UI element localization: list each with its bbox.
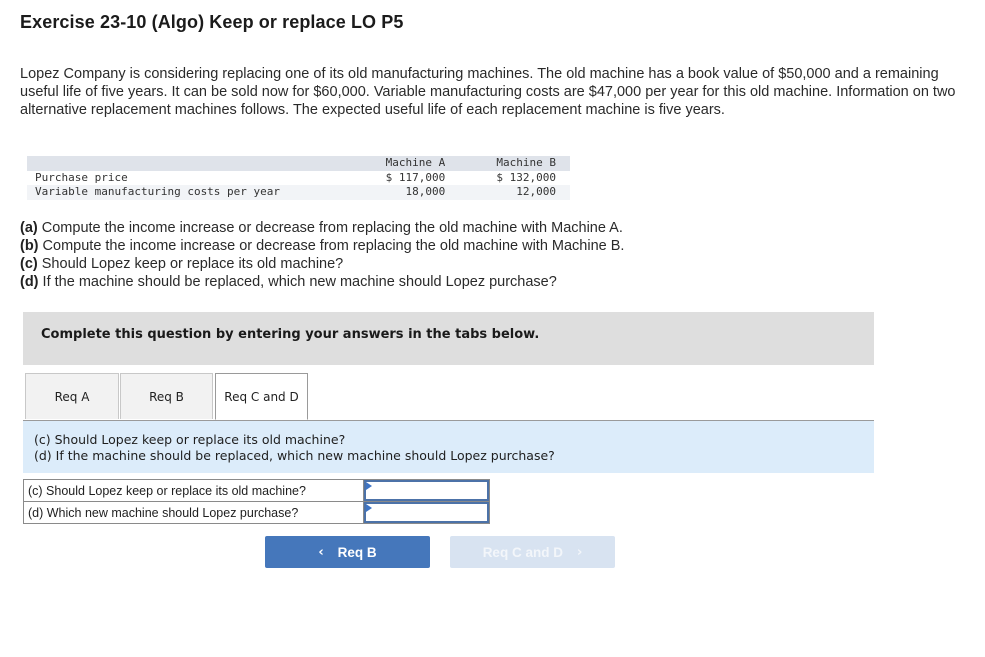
table-row: Purchase price $ 117,000 $ 132,000 bbox=[27, 170, 570, 185]
keep-or-replace-dropdown[interactable] bbox=[364, 480, 489, 501]
tab-req-a[interactable]: Req A bbox=[25, 373, 119, 419]
table-header-machine-b: Machine B bbox=[496, 156, 556, 169]
prev-req-b-button[interactable]: ‹ Req B bbox=[265, 536, 430, 568]
question-item: (b) Compute the income increase or decre… bbox=[20, 237, 624, 255]
machine-choice-dropdown[interactable] bbox=[364, 502, 489, 523]
tab-label: Req A bbox=[54, 389, 90, 404]
table-row: Variable manufacturing costs per year 18… bbox=[27, 185, 570, 200]
question-text: Compute the income increase or decrease … bbox=[37, 220, 623, 236]
tab-req-c-and-d[interactable]: Req C and D bbox=[215, 373, 308, 420]
tab-prompt-panel: (c) Should Lopez keep or replace its old… bbox=[23, 421, 874, 473]
prompt-line-c: (c) Should Lopez keep or replace its old… bbox=[34, 432, 346, 447]
table-header-blank bbox=[27, 156, 349, 171]
next-req-c-and-d-button[interactable]: Req C and D › bbox=[450, 536, 615, 568]
answer-question-d: (d) Which new machine should Lopez purch… bbox=[23, 501, 364, 524]
question-item: (a) Compute the income increase or decre… bbox=[20, 219, 624, 237]
dropdown-indicator-icon bbox=[366, 504, 372, 512]
question-text: If the machine should be replaced, which… bbox=[38, 274, 557, 290]
answer-question-c: (c) Should Lopez keep or replace its old… bbox=[23, 479, 364, 502]
table-header-machine-a: Machine A bbox=[385, 156, 446, 169]
cell-machine-a: 18,000 bbox=[405, 185, 446, 198]
next-button-label: Req C and D bbox=[482, 544, 563, 560]
prev-button-label: Req B bbox=[337, 544, 377, 560]
dropdown-indicator-icon bbox=[366, 482, 372, 490]
cell-machine-a: $ 117,000 bbox=[385, 170, 446, 184]
question-item: (d) If the machine should be replaced, w… bbox=[20, 273, 624, 291]
tab-req-b[interactable]: Req B bbox=[120, 373, 213, 419]
requirement-tabs: Req A Req B Req C and D bbox=[23, 373, 874, 421]
cell-machine-b: $ 132,000 bbox=[496, 170, 556, 184]
answer-cell-d bbox=[363, 501, 490, 524]
answer-row: (c) Should Lopez keep or replace its old… bbox=[23, 479, 490, 502]
instruction-text: Complete this question by entering your … bbox=[41, 327, 540, 342]
question-tag: (b) bbox=[20, 238, 39, 254]
prompt-line-d: (d) If the machine should be replaced, w… bbox=[34, 448, 555, 463]
row-label: Variable manufacturing costs per year bbox=[35, 185, 281, 198]
instruction-banner: Complete this question by entering your … bbox=[23, 312, 874, 365]
problem-description: Lopez Company is considering replacing o… bbox=[20, 66, 956, 118]
tab-label: Req C and D bbox=[224, 389, 299, 404]
question-tag: (c) bbox=[20, 256, 38, 272]
question-tag: (a) bbox=[20, 220, 38, 236]
cell-machine-b: 12,000 bbox=[516, 185, 556, 198]
question-list: (a) Compute the income increase or decre… bbox=[20, 219, 624, 291]
exercise-page: Exercise 23-10 (Algo) Keep or replace LO… bbox=[0, 0, 985, 657]
answer-table: (c) Should Lopez keep or replace its old… bbox=[23, 479, 490, 524]
question-text: Should Lopez keep or replace its old mac… bbox=[37, 256, 344, 272]
question-item: (c) Should Lopez keep or replace its old… bbox=[20, 255, 624, 273]
tab-label: Req B bbox=[149, 389, 184, 404]
chevron-left-icon: ‹ bbox=[318, 544, 324, 560]
answer-cell-c bbox=[363, 479, 490, 502]
question-tag: (d) bbox=[20, 274, 39, 290]
answer-row: (d) Which new machine should Lopez purch… bbox=[23, 501, 490, 524]
question-text: Compute the income increase or decrease … bbox=[38, 238, 625, 254]
page-title: Exercise 23-10 (Algo) Keep or replace LO… bbox=[20, 12, 404, 32]
row-label: Purchase price bbox=[35, 170, 128, 184]
chevron-right-icon: › bbox=[576, 544, 583, 560]
machine-info-table: Machine A Machine B Purchase price $ 117… bbox=[27, 156, 570, 200]
table-header-row: Machine A Machine B bbox=[27, 156, 570, 171]
